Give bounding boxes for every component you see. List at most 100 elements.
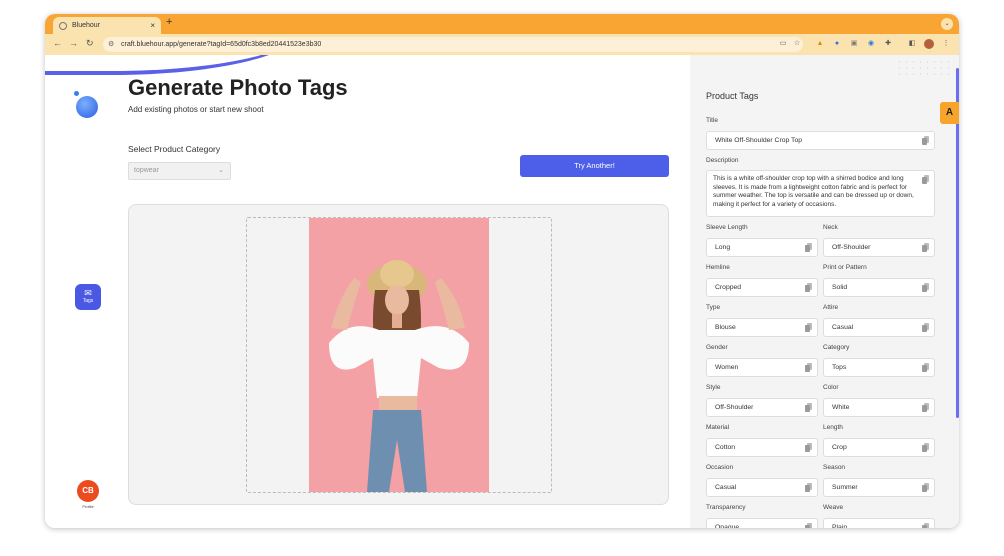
category-select[interactable]: topwear ⌄	[128, 162, 231, 180]
tag-value: Blouse	[715, 324, 736, 331]
tag-value: Casual	[832, 324, 854, 331]
tag-value: Long	[715, 244, 731, 251]
product-photo	[309, 218, 489, 492]
browser-menu-icon[interactable]: ⋮	[941, 39, 951, 49]
copy-icon[interactable]	[922, 175, 929, 184]
tag-value: Cropped	[715, 284, 742, 291]
tab-strip: Bluehour × + ⌄	[45, 14, 959, 34]
tag-label: Print or Pattern	[823, 264, 867, 271]
extension-icon-3[interactable]: ▣	[849, 39, 859, 49]
tag-field[interactable]: Opaque	[706, 518, 818, 528]
copy-icon[interactable]	[805, 443, 812, 452]
tag-label: Gender	[706, 344, 728, 351]
tag-field[interactable]: Blouse	[706, 318, 818, 337]
copy-icon[interactable]	[805, 323, 812, 332]
avatar[interactable]: CB	[77, 480, 99, 502]
copy-icon[interactable]	[922, 363, 929, 372]
side-panel-icon[interactable]: ◧	[907, 39, 917, 49]
tag-field[interactable]: Tops	[823, 358, 935, 377]
title-field[interactable]: White Off-Shoulder Crop Top	[706, 131, 935, 150]
photo-dropzone[interactable]	[246, 217, 552, 493]
tag-field[interactable]: Summer	[823, 478, 935, 497]
page-subtitle: Add existing photos or start new shoot	[128, 105, 264, 114]
url-bar[interactable]: ⚙ craft.bluehour.app/generate?tagId=65d0…	[103, 37, 803, 52]
tag-label: Style	[706, 384, 721, 391]
cast-icon[interactable]: ▭	[778, 39, 788, 49]
new-tab-button[interactable]: +	[166, 16, 172, 28]
panel-title: Product Tags	[706, 91, 759, 101]
copy-icon[interactable]	[922, 283, 929, 292]
tag-label: Transparency	[706, 504, 746, 511]
tag-value: Opaque	[715, 524, 740, 528]
try-another-button[interactable]: Try Another!	[520, 155, 669, 177]
bookmark-star-icon[interactable]: ☆	[792, 39, 802, 49]
tag-value: Summer	[832, 484, 858, 491]
tag-field[interactable]: White	[823, 398, 935, 417]
tag-value: Off-Shoulder	[832, 244, 871, 251]
browser-tab[interactable]: Bluehour ×	[53, 17, 161, 34]
tab-close-icon[interactable]: ×	[150, 21, 155, 30]
copy-icon[interactable]	[922, 403, 929, 412]
site-info-icon[interactable]: ⚙	[108, 37, 114, 52]
tag-value: Tops	[832, 364, 847, 371]
copy-icon[interactable]	[805, 283, 812, 292]
copy-icon[interactable]	[805, 243, 812, 252]
copy-icon[interactable]	[922, 523, 929, 528]
tag-value: Women	[715, 364, 739, 371]
extensions-puzzle-icon[interactable]: ✚	[883, 39, 893, 49]
product-tags-panel: Product Tags Title White Off-Shoulder Cr…	[690, 55, 959, 528]
copy-icon[interactable]	[922, 136, 929, 145]
category-value: topwear	[134, 167, 159, 174]
tag-value: Off-Shoulder	[715, 404, 754, 411]
tag-field[interactable]: Long	[706, 238, 818, 257]
extension-icon-2[interactable]: ●	[832, 39, 842, 49]
forward-button[interactable]: →	[69, 38, 78, 48]
upload-area	[128, 204, 669, 505]
extension-side-button[interactable]: A	[940, 102, 959, 124]
copy-icon[interactable]	[805, 363, 812, 372]
tag-value: Solid	[832, 284, 848, 291]
bluehour-logo-icon[interactable]	[74, 91, 98, 118]
extension-icon-4[interactable]: ◉	[866, 39, 876, 49]
tag-field[interactable]: Off-Shoulder	[823, 238, 935, 257]
tag-field[interactable]: Crop	[823, 438, 935, 457]
tag-field[interactable]: Cotton	[706, 438, 818, 457]
description-value: This is a white off-shoulder crop top wi…	[713, 175, 914, 208]
description-field[interactable]: This is a white off-shoulder crop top wi…	[706, 170, 935, 217]
sidebar-item-tags[interactable]: ✉ Tags	[75, 284, 101, 310]
tag-field[interactable]: Casual	[823, 318, 935, 337]
tag-label: Type	[706, 304, 721, 311]
url-text: craft.bluehour.app/generate?tagId=65d0fc…	[121, 41, 322, 48]
tag-field[interactable]: Casual	[706, 478, 818, 497]
tag-field[interactable]: Off-Shoulder	[706, 398, 818, 417]
title-label: Title	[706, 117, 719, 124]
tag-field[interactable]: Cropped	[706, 278, 818, 297]
chevron-down-icon: ⌄	[218, 167, 224, 174]
window-menu-button[interactable]: ⌄	[941, 18, 953, 30]
tag-label: Length	[823, 424, 843, 431]
profile-avatar-icon[interactable]	[924, 39, 934, 49]
reload-button[interactable]: ↻	[86, 38, 94, 49]
copy-icon[interactable]	[922, 243, 929, 252]
copy-icon[interactable]	[922, 483, 929, 492]
tag-field[interactable]: Women	[706, 358, 818, 377]
decorative-curve	[45, 55, 305, 75]
tag-label: Hemline	[706, 264, 730, 271]
copy-icon[interactable]	[805, 483, 812, 492]
tag-value: Crop	[832, 444, 847, 451]
tag-field[interactable]: Plain	[823, 518, 935, 528]
tag-field[interactable]: Solid	[823, 278, 935, 297]
tag-value: Casual	[715, 484, 737, 491]
copy-icon[interactable]	[805, 403, 812, 412]
tag-label: Category	[823, 344, 850, 351]
copy-icon[interactable]	[922, 443, 929, 452]
extension-icon-1[interactable]: ▲	[815, 39, 825, 49]
title-value: White Off-Shoulder Crop Top	[715, 137, 803, 144]
copy-icon[interactable]	[922, 323, 929, 332]
tag-value: Plain	[832, 524, 848, 528]
browser-window: Bluehour × + ⌄ ← → ↻ ⚙ craft.bluehour.ap…	[45, 14, 959, 528]
category-label: Select Product Category	[128, 144, 221, 154]
copy-icon[interactable]	[805, 523, 812, 528]
back-button[interactable]: ←	[53, 38, 62, 48]
sidebar-item-label: Tags	[82, 298, 94, 304]
